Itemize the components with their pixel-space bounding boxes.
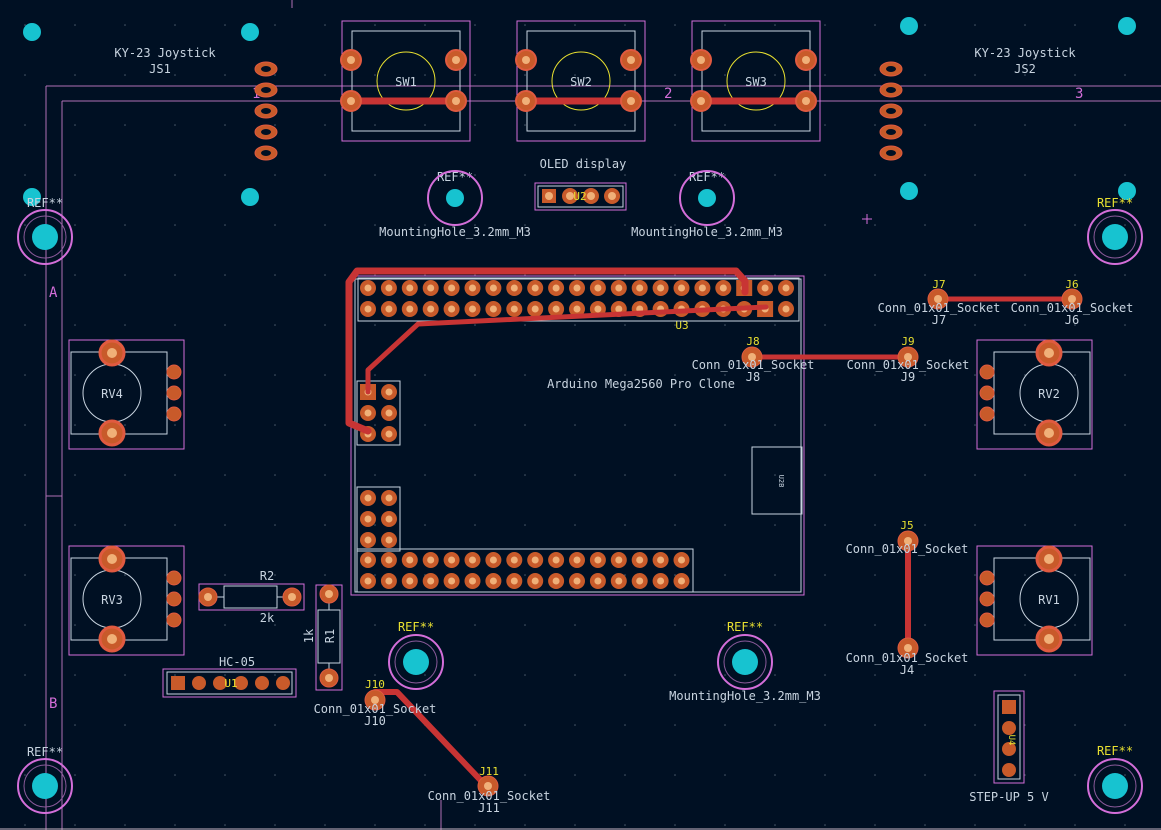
j5-value: Conn_01x01_Socket <box>846 542 969 556</box>
r1-value: 1k <box>302 628 316 643</box>
hc05-value: HC-05 <box>219 655 255 669</box>
mh-edge-left-bottom-ref: REF** <box>27 745 63 759</box>
r1-ref: R1 <box>323 629 337 643</box>
j6-ref: J6 <box>1065 313 1079 327</box>
sw1-ref: SW1 <box>395 75 417 89</box>
j10-ref: J10 <box>364 714 386 728</box>
oled-display[interactable]: OLED display U2 <box>534 157 627 211</box>
oled-value: OLED display <box>540 157 627 171</box>
pcb-canvas[interactable]: 1 2 3 A B KY-23 Joystick JS1 KY-23 Joyst… <box>0 0 1161 830</box>
mh-bottom-value: MountingHole_3.2mm_M3 <box>669 689 821 703</box>
rv4-ref: RV4 <box>101 387 123 401</box>
j8-ref-top: J8 <box>746 335 759 348</box>
j9-ref-top: J9 <box>901 335 914 348</box>
mh-bottom-ref: REF** <box>727 620 763 634</box>
mh-top-left-ref: REF** <box>437 170 473 184</box>
mega-chip-label: U2B <box>777 475 785 488</box>
js1-value: KY-23 Joystick <box>114 46 216 60</box>
j8-ref: J8 <box>746 370 760 384</box>
zone-label-a: A <box>49 285 58 301</box>
rv3-ref: RV3 <box>101 593 123 607</box>
mh-edge-left-top-ref: REF** <box>27 196 63 210</box>
j7-ref: J7 <box>932 313 946 327</box>
mh-top-right-value: MountingHole_3.2mm_M3 <box>631 225 783 239</box>
js2-ref: JS2 <box>1014 62 1036 76</box>
sw2-ref: SW2 <box>570 75 592 89</box>
js2-value: KY-23 Joystick <box>974 46 1076 60</box>
zone-label-2: 2 <box>664 86 672 102</box>
rv2-ref: RV2 <box>1038 387 1060 401</box>
oled-ref: U2 <box>573 190 586 203</box>
mh-bottom-left-ref: REF** <box>398 620 434 634</box>
stepup-value: STEP-UP 5 V <box>969 790 1048 804</box>
mh-top-right-ref: REF** <box>689 170 725 184</box>
r2-value: 2k <box>260 611 275 625</box>
mh-top-left-value: MountingHole_3.2mm_M3 <box>379 225 531 239</box>
js1-ref: JS1 <box>149 62 171 76</box>
zone-label-3: 3 <box>1075 86 1083 102</box>
j10-ref-top: J10 <box>365 678 385 691</box>
j11-ref: J11 <box>478 801 500 815</box>
j5-ref-top: J5 <box>900 519 913 532</box>
hc05-ref: U1 <box>224 677 237 690</box>
sw3-ref: SW3 <box>745 75 767 89</box>
mh-edge-right-top-ref: REF** <box>1097 196 1133 210</box>
stepup-ref: U4 <box>1006 735 1016 746</box>
zone-label-b: B <box>49 696 57 712</box>
mega-value: Arduino Mega2560 Pro Clone <box>547 377 735 391</box>
rv1-ref: RV1 <box>1038 593 1060 607</box>
mh-edge-right-bottom-ref: REF** <box>1097 744 1133 758</box>
j4-ref: J4 <box>900 663 914 677</box>
r2-ref: R2 <box>260 569 274 583</box>
j9-ref: J9 <box>901 370 915 384</box>
